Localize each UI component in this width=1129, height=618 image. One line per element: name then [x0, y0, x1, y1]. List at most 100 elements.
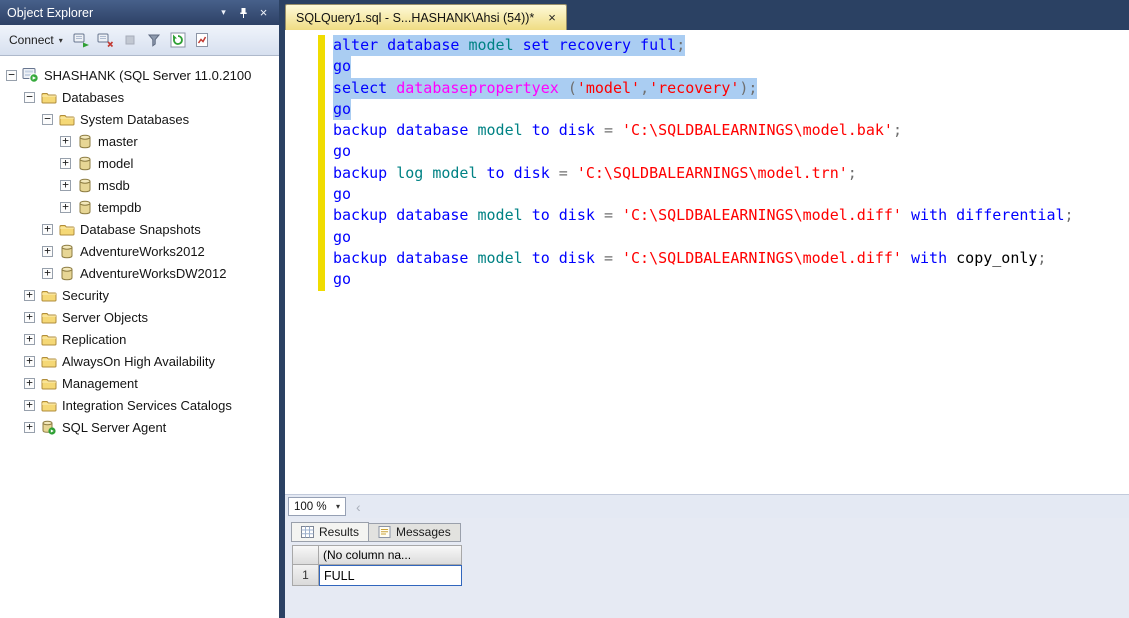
expand-icon[interactable]: +	[60, 135, 71, 147]
grid-body: 1 FULL	[292, 565, 1129, 586]
tree-item-label: Databases	[62, 89, 125, 105]
expand-icon[interactable]: +	[24, 355, 35, 367]
tree-item-tempdb[interactable]: + tempdb	[0, 196, 279, 218]
tab-sqlquery1[interactable]: SQLQuery1.sql - S...HASHANK\Ahsi (54))* …	[285, 4, 567, 30]
expand-icon[interactable]: +	[24, 421, 35, 433]
window-position-icon[interactable]: ▾	[215, 5, 232, 21]
object-explorer-toolbar: Connect ▾	[0, 25, 279, 56]
code-line-11: backup database model to disk = 'C:\SQLD…	[333, 248, 1074, 269]
tree-item-msdb[interactable]: + msdb	[0, 174, 279, 196]
expand-icon[interactable]: +	[42, 245, 53, 257]
expand-icon[interactable]: +	[42, 223, 53, 235]
expand-icon[interactable]: +	[60, 157, 71, 169]
grid-row-header[interactable]: 1	[292, 565, 319, 586]
code-area[interactable]: alter database model set recovery full; g…	[333, 35, 1074, 291]
tree-item-security[interactable]: + Security	[0, 284, 279, 306]
expand-icon[interactable]: +	[24, 377, 35, 389]
refresh-icon[interactable]	[167, 30, 190, 51]
expand-icon[interactable]: +	[24, 333, 35, 345]
tree-item-adventureworks2012[interactable]: + AdventureWorks2012	[0, 240, 279, 262]
expand-icon[interactable]: +	[60, 201, 71, 213]
selected-code-text: alter database model set recovery full;	[333, 35, 686, 57]
tree-item-label: AdventureWorks2012	[80, 243, 205, 259]
tree-item-label: Integration Services Catalogs	[62, 397, 232, 413]
tree-item-label: Database Snapshots	[80, 221, 201, 237]
zoom-select[interactable]: 100 % ▾	[288, 497, 346, 516]
document-tab-well: SQLQuery1.sql - S...HASHANK\Ahsi (54))* …	[279, 0, 1129, 30]
tree-item-alwayson-high-availability[interactable]: + AlwaysOn High Availability	[0, 350, 279, 372]
tree-item-replication[interactable]: + Replication	[0, 328, 279, 350]
expand-icon[interactable]: +	[24, 399, 35, 411]
tree-item-management[interactable]: + Management	[0, 372, 279, 394]
tree-item-integration-services-catalogs[interactable]: + Integration Services Catalogs	[0, 394, 279, 416]
folder-icon	[40, 353, 57, 369]
pin-icon[interactable]	[235, 5, 252, 21]
code-line-1: alter database model set recovery full;	[333, 35, 1074, 57]
folder-icon	[58, 111, 75, 127]
tree-item-label: AdventureWorksDW2012	[80, 265, 227, 281]
scroll-left-icon[interactable]: ‹	[356, 500, 361, 514]
connect-button[interactable]: Connect ▾	[4, 30, 70, 50]
code-text: go	[333, 142, 352, 161]
code-line-9: backup database model to disk = 'C:\SQLD…	[333, 205, 1074, 226]
tab-results[interactable]: Results	[291, 522, 370, 542]
folder-icon	[40, 375, 57, 391]
collapse-icon[interactable]: −	[24, 91, 35, 103]
filter-icon[interactable]	[143, 30, 166, 51]
selected-code-text: go	[333, 98, 352, 121]
tree-item-master[interactable]: + master	[0, 130, 279, 152]
collapse-icon[interactable]: −	[6, 69, 17, 81]
disconnect-icon[interactable]	[95, 30, 118, 51]
stop-icon[interactable]	[119, 30, 142, 51]
tree-item-label: AlwaysOn High Availability	[62, 353, 215, 369]
code-line-3: select databasepropertyex ('model','reco…	[333, 77, 1074, 99]
expand-icon[interactable]: +	[60, 179, 71, 191]
connect-icon[interactable]	[71, 30, 94, 51]
activity-icon[interactable]	[191, 30, 214, 51]
code-line-10: go	[333, 227, 1074, 248]
code-text: backup database model to disk = 'C:\SQLD…	[333, 206, 1074, 225]
messages-icon	[378, 526, 391, 538]
tab-messages[interactable]: Messages	[369, 523, 461, 542]
tree-item-label: SHASHANK (SQL Server 11.0.2100	[44, 67, 252, 83]
tree-item-database-snapshots[interactable]: + Database Snapshots	[0, 218, 279, 240]
tree-item-model[interactable]: + model	[0, 152, 279, 174]
tree-item-server-objects[interactable]: + Server Objects	[0, 306, 279, 328]
tab-close-icon[interactable]: ×	[548, 10, 556, 25]
sql-editor[interactable]: alter database model set recovery full; g…	[285, 30, 1129, 494]
expand-icon[interactable]: +	[24, 311, 35, 323]
grid-cell[interactable]: FULL	[319, 565, 462, 586]
chevron-down-icon: ▾	[335, 502, 340, 511]
panel-title: Object Explorer	[7, 5, 94, 20]
tree-item-adventureworksdw2012[interactable]: + AdventureWorksDW2012	[0, 262, 279, 284]
folder-icon	[40, 331, 57, 347]
tree-item-shashank-sql-server-11-0-2100[interactable]: − SHASHANK (SQL Server 11.0.2100	[0, 64, 279, 86]
tree-item-system-databases[interactable]: − System Databases	[0, 108, 279, 130]
results-grid: (No column na... 1 FULL	[292, 545, 1129, 586]
object-explorer-tree[interactable]: − SHASHANK (SQL Server 11.0.2100− Database…	[0, 56, 279, 618]
editor-bottom-bar: 100 % ▾ ‹	[285, 494, 1129, 518]
expand-icon[interactable]: +	[42, 267, 53, 279]
tree-item-label: Security	[62, 287, 109, 303]
tree-item-sql-server-agent[interactable]: + SQL Server Agent	[0, 416, 279, 438]
collapse-icon[interactable]: −	[42, 113, 53, 125]
tree-item-label: Management	[62, 375, 138, 391]
expand-icon[interactable]: +	[24, 289, 35, 301]
results-grid-icon	[301, 525, 314, 538]
database-icon	[58, 265, 75, 281]
code-line-12: go	[333, 269, 1074, 290]
tab-title: SQLQuery1.sql - S...HASHANK\Ahsi (54))*	[296, 10, 535, 25]
grid-header-row: (No column na...	[292, 545, 1129, 565]
object-explorer-panel: Object Explorer ▾ × Connect ▾ − SHASHANK …	[0, 0, 279, 618]
close-icon[interactable]: ×	[255, 5, 272, 21]
object-explorer-titlebar: Object Explorer ▾ ×	[0, 0, 279, 25]
grid-column-header[interactable]: (No column na...	[319, 545, 462, 565]
database-icon	[76, 155, 93, 171]
tree-item-databases[interactable]: − Databases	[0, 86, 279, 108]
server-icon	[22, 67, 39, 83]
grid-corner-cell[interactable]	[292, 545, 319, 565]
database-icon	[76, 199, 93, 215]
agent-icon	[40, 419, 57, 435]
connect-button-label: Connect	[9, 33, 54, 47]
tab-label: Results	[319, 524, 360, 539]
